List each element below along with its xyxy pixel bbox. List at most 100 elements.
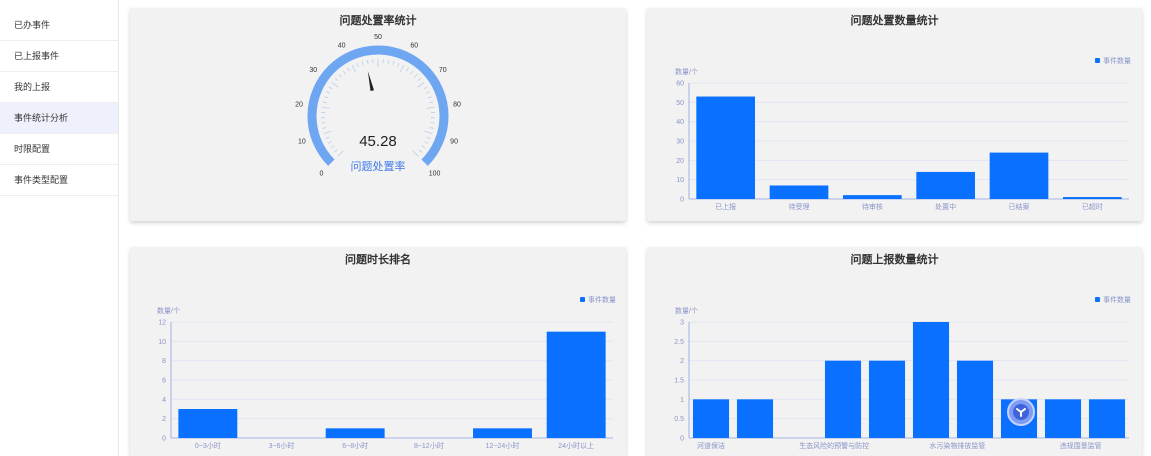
y-tick-label: 10	[158, 339, 166, 346]
sidebar-item-time-limit-config[interactable]: 时限配置	[0, 134, 118, 165]
y-tick-label: 10	[676, 177, 684, 184]
gauge-tick	[429, 101, 434, 104]
gauge-tick-label: 50	[374, 34, 382, 41]
gauge-tick	[427, 96, 432, 99]
count-bar-chart: 事件数量数量/个 0 10 20 30 40 50 60 已上报 待受理 待审核 处置中 已结案 已超时	[675, 56, 1131, 211]
bar	[1044, 399, 1082, 438]
gauge-tick	[351, 65, 357, 73]
gauge-tick	[392, 61, 395, 66]
gauge-tick	[426, 106, 435, 109]
gauge-tick	[406, 67, 409, 72]
gauge-tick	[412, 150, 419, 157]
gauge-tick-label: 20	[295, 101, 303, 108]
gauge-tick	[324, 96, 329, 99]
count-panel: 问题处置数量统计 事件数量 数量/个 0 10 20 30 40 50 60 已上报 待受理 待审核处…	[647, 8, 1142, 221]
y-tick-label: 4	[162, 397, 166, 404]
gauge-tick	[323, 130, 332, 134]
sidebar-item-event-type-config[interactable]: 事件类型配置	[0, 165, 118, 196]
report-panel: 问题上报数量统计 事件数量 数量/个 0 0.5 1 1.5 2 2.5 3 河道保洁 生态风险的预…	[647, 247, 1142, 456]
gauge-tick	[361, 61, 364, 66]
gauge-tick-label: 70	[439, 67, 447, 74]
y-tick-label: 0	[680, 197, 684, 204]
gauge-tick	[429, 127, 434, 129]
gauge-tick	[322, 101, 327, 104]
gauge-tick	[328, 86, 333, 90]
main-content: 问题处置率统计 0 10 20 30 40 50 60 70 80 90 100 45.28 问题处置率…	[119, 0, 1151, 456]
gauge-tick	[425, 91, 430, 94]
gauge-tick	[342, 70, 346, 75]
gauge-tick	[410, 70, 414, 75]
x-tick-label: 6~8小时	[342, 441, 368, 450]
gauge-tick-label: 100	[429, 171, 441, 178]
gauge-tick	[333, 149, 338, 153]
bar	[736, 399, 774, 438]
y-tick-label: 30	[676, 139, 684, 146]
gauge-tick-label: 10	[298, 139, 306, 146]
x-tick-label: 8~12小时	[414, 441, 444, 450]
bar	[692, 399, 730, 438]
sidebar-item-my-reports[interactable]: 我的上报	[0, 72, 118, 103]
x-tick-label: 生态风险的预警与防控	[799, 441, 869, 450]
y-tick-label: 50	[676, 100, 684, 107]
assistant-icon[interactable]	[1007, 398, 1035, 426]
gauge-tick	[334, 78, 339, 82]
y-tick-label: 40	[676, 119, 684, 126]
gauge-tick-label: 90	[450, 139, 458, 146]
gauge-tick-label: 40	[338, 43, 346, 50]
x-tick-label: 处置中	[935, 202, 956, 211]
gauge-tick	[424, 130, 433, 134]
x-tick-label: 已上报	[715, 202, 736, 211]
gauge-tick	[387, 59, 390, 65]
legend-swatch	[1095, 58, 1100, 63]
gauge-chart: 0 10 20 30 40 50 60 70 80 90 100 45.28 问题处置率	[295, 34, 461, 178]
gauge-tick	[338, 74, 343, 78]
gauge-tick-label: 60	[410, 43, 418, 50]
x-tick-label: 3~6小时	[269, 441, 295, 450]
bar	[178, 409, 238, 438]
y-tick-label: 0.5	[674, 416, 684, 423]
bar	[1088, 399, 1126, 438]
gauge-tick	[337, 150, 344, 157]
sidebar-item-done-events[interactable]: 已办事件	[0, 10, 118, 41]
bar	[868, 360, 906, 438]
gauge-tick	[421, 145, 426, 149]
y-tick-label: 0	[162, 436, 166, 443]
y-tick-label: 2.5	[674, 339, 684, 346]
y-tick-label: 20	[676, 158, 684, 165]
gauge-tick	[322, 127, 327, 129]
duration-bar-chart: 事件数量数量/个 0 2 4 6 8 10 12 0~3小时 3~6小时 6~8小时 8~12小时 12…	[157, 295, 616, 450]
bar	[916, 171, 975, 199]
bar	[824, 360, 862, 438]
bar	[989, 152, 1049, 199]
gauge-tick-label: 30	[309, 67, 317, 74]
y-tick-label: 1	[680, 397, 684, 404]
report-bar-chart: 事件数量数量/个 0 0.5 1 1.5 2 2.5 3 河道保洁 生态风险的预警与防控 水污染物排…	[674, 295, 1131, 450]
x-tick-label: 水污染物排放监管	[929, 441, 985, 450]
gauge-tick	[331, 82, 339, 88]
y-axis-label: 数量/个	[675, 306, 698, 315]
bar	[843, 195, 902, 199]
y-tick-label: 12	[158, 320, 166, 327]
duration-panel: 问题时长排名 事件数量 数量/个 0 2 4 6 8 10 12 0~3小时 3~6小时 6~8小时 8…	[130, 247, 626, 456]
gauge-tick	[366, 59, 369, 65]
y-tick-label: 2	[680, 358, 684, 365]
gauge-tick	[327, 141, 332, 144]
gauge-tick	[417, 82, 425, 88]
gauge-tick	[330, 145, 335, 149]
sidebar-item-event-statistics[interactable]: 事件统计分析	[0, 103, 118, 134]
gauge-tick	[418, 149, 423, 153]
x-tick-label: 已结案	[1009, 202, 1030, 211]
sidebar: 已办事件 已上报事件 我的上报 事件统计分析 时限配置 事件类型配置	[0, 0, 119, 456]
bar	[696, 96, 755, 199]
gauge-tick	[426, 136, 431, 140]
y-tick-label: 60	[676, 81, 684, 88]
bar	[1063, 197, 1122, 199]
gauge-tick	[397, 62, 400, 67]
sidebar-item-reported-events[interactable]: 已上报事件	[0, 41, 118, 72]
gauge-panel: 问题处置率统计 0 10 20 30 40 50 60 70 80 90 100 45.28 问题处置率	[130, 8, 626, 221]
y-tick-label: 3	[680, 320, 684, 327]
gauge-tick	[325, 136, 330, 140]
legend-label: 事件数量	[1103, 56, 1131, 65]
legend-label: 事件数量	[1103, 295, 1131, 304]
gauge-needle	[367, 71, 375, 92]
